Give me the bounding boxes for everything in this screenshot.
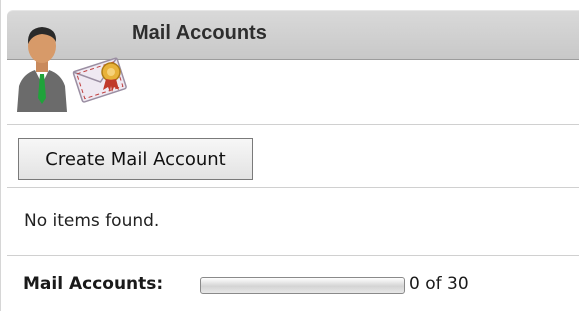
divider xyxy=(7,124,579,125)
usage-progress-bar xyxy=(200,277,405,294)
create-mail-account-button[interactable]: Create Mail Account xyxy=(18,138,253,180)
divider xyxy=(7,187,579,188)
user-mail-icon xyxy=(11,14,131,114)
usage-label: Mail Accounts: xyxy=(23,274,164,294)
panel-title: Mail Accounts xyxy=(132,22,267,44)
empty-list-message: No items found. xyxy=(24,211,160,231)
usage-count: 0 of 30 xyxy=(409,274,469,294)
divider xyxy=(7,255,579,256)
mail-accounts-panel: Mail Accounts Create Mail Account No ite… xyxy=(0,0,579,311)
